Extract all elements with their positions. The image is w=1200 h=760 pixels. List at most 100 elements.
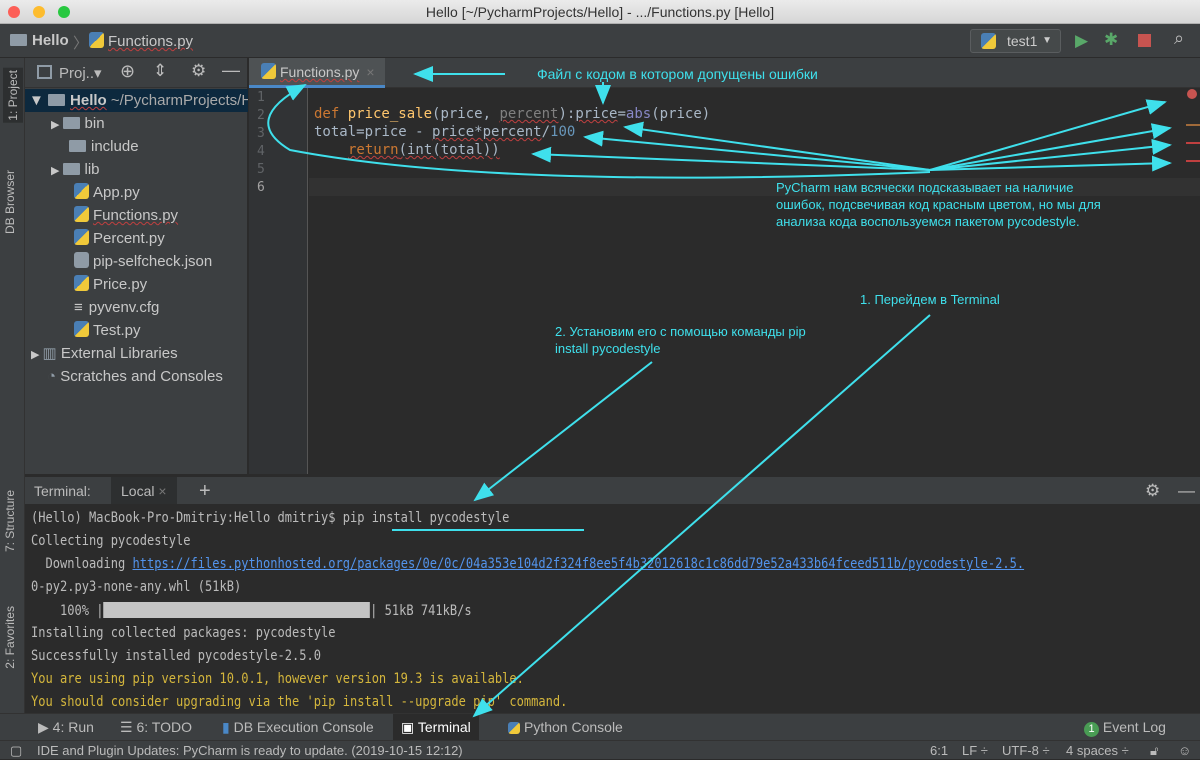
caret-position[interactable]: 6:1 <box>930 741 948 760</box>
locate-icon[interactable]: ⊕ <box>120 61 135 82</box>
search-icon[interactable]: ⌕ <box>1174 28 1184 49</box>
folder-icon <box>69 140 86 152</box>
annotation-arrow <box>583 130 931 171</box>
minimize-window-button[interactable] <box>33 6 45 18</box>
breadcrumb-file[interactable]: Functions.py <box>89 32 193 50</box>
tool-tab-run[interactable]: ▶ 4: Run <box>30 714 102 741</box>
tree-item-percent-py[interactable]: Percent.py <box>25 227 248 250</box>
editor-tab-functions-py[interactable]: Functions.py × <box>249 58 385 88</box>
line-number: 5 <box>257 162 265 177</box>
gear-icon[interactable]: ⚙ <box>191 61 206 81</box>
tree-item-hello[interactable]: ▼ Hello ~/PycharmProjects/Hello <box>25 89 248 112</box>
line-number: 2 <box>257 108 265 123</box>
project-panel: Proj..▾ ⊕ ⇕ ⚙ — ▼ Hello ~/PycharmProject… <box>25 58 248 474</box>
tool-tab-python-console[interactable]: Python Console <box>500 714 631 741</box>
debug-icon[interactable]: ✱ <box>1104 30 1118 50</box>
left-tool-strip: 1: Project DB Browser 7: Structure 2: Fa… <box>0 58 25 713</box>
db-icon: ▮ <box>222 719 234 735</box>
terminal-line: Downloading https://files.pythonhosted.o… <box>31 556 1025 572</box>
error-indicator-icon[interactable] <box>1187 89 1197 99</box>
folder-icon <box>62 117 80 129</box>
lock-icon[interactable]: 🔓︎ <box>1150 741 1158 760</box>
tool-tab-structure[interactable]: 7: Structure <box>3 490 17 552</box>
run-config-select[interactable]: test1 ▼ <box>970 29 1061 53</box>
tree-item-include[interactable]: include <box>25 135 248 158</box>
terminal-tab-local[interactable]: Local × <box>111 477 177 504</box>
terminal-warning-line: You should consider upgrading via the 'p… <box>31 694 568 710</box>
terminal-line: Installing collected packages: pycodesty… <box>31 625 336 641</box>
close-tab-icon[interactable]: × <box>158 483 166 499</box>
code-line-4[interactable]: return(int(total)) <box>348 142 500 158</box>
annotation-arrow <box>531 146 931 171</box>
tree-item-price-py[interactable]: Price.py <box>25 273 248 296</box>
inspector-icon[interactable]: ☺ <box>1178 741 1191 760</box>
terminal-line: Successfully installed pycodestyle-2.5.0 <box>31 648 321 664</box>
annotation-step1: 1. Перейдем в Terminal <box>860 292 1000 307</box>
download-progress-bar <box>103 602 371 618</box>
folder-icon <box>10 34 27 46</box>
line-number: 6 <box>257 180 265 195</box>
tool-tab-event-log[interactable]: 1 Event Log <box>1076 714 1174 741</box>
collapse-all-icon[interactable]: ⇕ <box>153 61 167 81</box>
tree-item-external-libraries[interactable]: ▶ ▥ External Libraries <box>25 342 248 365</box>
tree-item-test-py[interactable]: Test.py <box>25 319 248 342</box>
toggle-panels-icon[interactable]: ▢ <box>10 741 22 760</box>
annotation-arrow <box>929 99 1167 171</box>
terminal-output[interactable]: (Hello) MacBook-Pro-Dmitriy:Hello dmitri… <box>25 504 1200 713</box>
editor-gutter: 1 2 3 4 5 6 <box>249 88 308 474</box>
close-window-button[interactable] <box>8 6 20 18</box>
terminal-line: 0-py2.py3-none-any.whl (51kB) <box>31 579 242 595</box>
tree-item-lib[interactable]: ▶ lib <box>25 158 248 181</box>
zoom-window-button[interactable] <box>58 6 70 18</box>
tool-tab-todo[interactable]: ☰ 6: TODO <box>112 714 200 741</box>
tool-tab-favorites[interactable]: 2: Favorites <box>3 606 17 669</box>
python-file-icon <box>261 63 276 79</box>
tree-item-functions-py[interactable]: Functions.py <box>25 204 248 227</box>
tool-tab-db-browser[interactable]: DB Browser <box>3 170 17 234</box>
tree-item-bin[interactable]: ▶ bin <box>25 112 248 135</box>
run-icon[interactable]: ▶ <box>1075 31 1088 51</box>
line-separator[interactable]: LF ÷ <box>962 741 988 760</box>
tree-item-pyvenv-cfg[interactable]: ≡ pyvenv.cfg <box>25 296 248 319</box>
close-tab-icon[interactable]: × <box>366 64 374 80</box>
run-icon: ▶ <box>38 719 53 735</box>
warning-stripe[interactable] <box>1186 124 1200 126</box>
tool-tab-terminal[interactable]: ▣ Terminal <box>393 714 479 741</box>
tree-item-pip-selfcheck[interactable]: pip-selfcheck.json <box>25 250 248 273</box>
error-stripe[interactable] <box>1186 160 1200 162</box>
code-line-3[interactable]: total=price - price*percent/100 <box>314 124 575 140</box>
indent-setting[interactable]: 4 spaces ÷ <box>1066 741 1129 760</box>
python-file-icon <box>74 229 89 245</box>
stop-icon[interactable] <box>1138 34 1151 47</box>
terminal-warning-line: You are using pip version 10.0.1, howeve… <box>31 671 524 687</box>
gear-icon[interactable]: ⚙ <box>1145 477 1160 505</box>
tool-tab-db-console[interactable]: ▮ DB Execution Console <box>214 714 382 741</box>
code-line-2[interactable]: def price_sale(price, percent):price=abs… <box>314 106 710 122</box>
status-bar: ▢ IDE and Plugin Updates: PyCharm is rea… <box>0 740 1200 759</box>
status-message[interactable]: IDE and Plugin Updates: PyCharm is ready… <box>37 741 463 760</box>
event-count-badge: 1 <box>1084 722 1099 737</box>
panel-icon <box>37 65 52 79</box>
python-file-icon <box>89 32 104 48</box>
scratches-icon: ◔ <box>47 368 61 385</box>
terminal-header: Terminal: Local × + ⚙ — <box>25 476 1200 504</box>
new-terminal-icon[interactable]: + <box>199 477 211 505</box>
annotation-file: Файл с кодом в котором допущены ошибки <box>537 66 818 82</box>
terminal-icon: ▣ <box>401 719 418 735</box>
project-view-select[interactable]: Proj..▾ <box>59 64 102 82</box>
download-link[interactable]: https://files.pythonhosted.org/packages/… <box>132 556 1024 572</box>
collapsed-arrow-icon: ▶ <box>51 119 63 131</box>
annotation-arrow <box>929 155 1172 172</box>
list-icon: ☰ <box>120 719 137 735</box>
error-stripe[interactable] <box>1186 142 1200 144</box>
hide-icon[interactable]: — <box>1178 477 1195 505</box>
tree-item-app-py[interactable]: App.py <box>25 181 248 204</box>
collapsed-arrow-icon: ▶ <box>31 349 43 361</box>
file-encoding[interactable]: UTF-8 ÷ <box>1002 741 1050 760</box>
tree-item-scratches[interactable]: ◔ Scratches and Consoles <box>25 365 248 388</box>
breadcrumb-project[interactable]: Hello <box>10 32 69 49</box>
tool-tab-project[interactable]: 1: Project <box>3 68 23 123</box>
hide-icon[interactable]: — <box>222 60 240 81</box>
line-number: 3 <box>257 126 265 141</box>
collapsed-arrow-icon: ▶ <box>51 165 63 177</box>
